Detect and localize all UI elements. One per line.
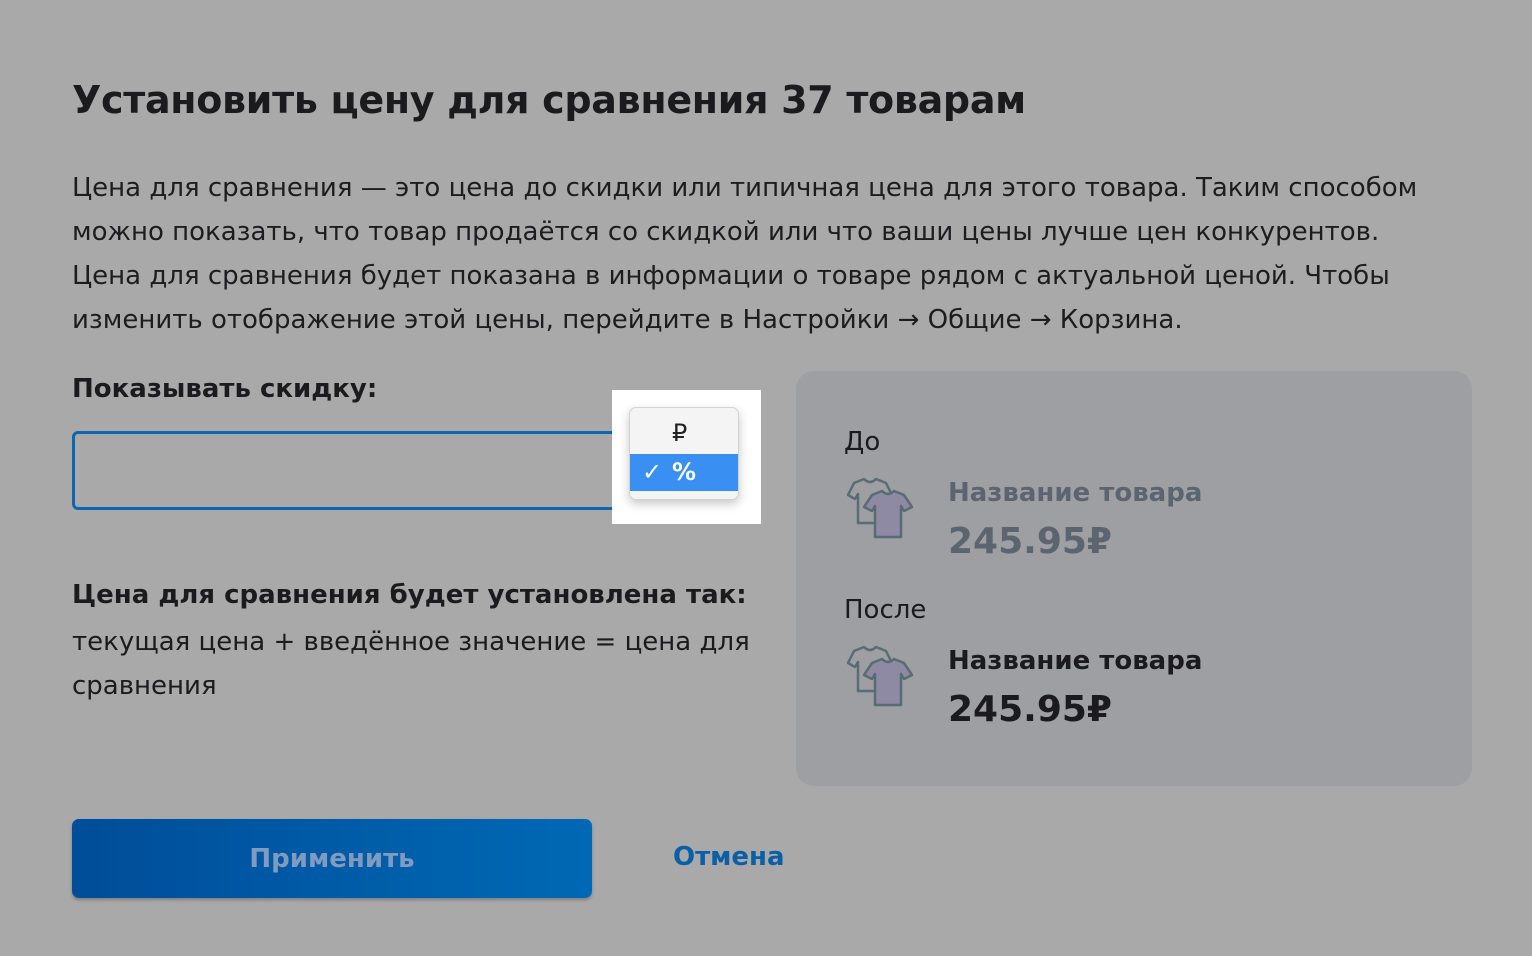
unit-option-rub[interactable]: ₽ [630, 415, 738, 452]
preview-after-product-name: Название товара [948, 646, 1203, 676]
checkmark-icon: ✓ [642, 458, 663, 486]
unit-option-percent[interactable]: ✓ % [630, 454, 738, 491]
preview-panel: До Название товара 245.95₽ После Названи… [796, 371, 1472, 786]
preview-after-price: 245.95₽ [948, 689, 1112, 730]
preview-before-label: До [844, 427, 881, 457]
unit-option-rub-label: ₽ [672, 419, 688, 447]
unit-dropdown-menu: ₽ ✓ % [629, 407, 739, 500]
formula-heading: Цена для сравнения будет установлена так… [72, 580, 747, 610]
preview-after-label: После [844, 595, 927, 625]
dialog-description: Цена для сравнения — это цена до скидки … [72, 173, 1418, 335]
discount-label: Показывать скидку: [72, 374, 378, 404]
tshirts-icon [846, 645, 914, 707]
preview-before-price: 245.95₽ [948, 521, 1112, 562]
apply-button[interactable]: Применить [72, 819, 592, 898]
preview-before-product-name: Название товара [948, 478, 1203, 508]
cancel-link[interactable]: Отмена [673, 842, 785, 872]
unit-option-percent-label: % [672, 458, 697, 486]
dialog-title: Установить цену для сравнения 37 товарам [72, 78, 1026, 122]
formula-text: текущая цена + введённое значение = цена… [72, 627, 750, 701]
tshirts-icon [846, 477, 914, 539]
